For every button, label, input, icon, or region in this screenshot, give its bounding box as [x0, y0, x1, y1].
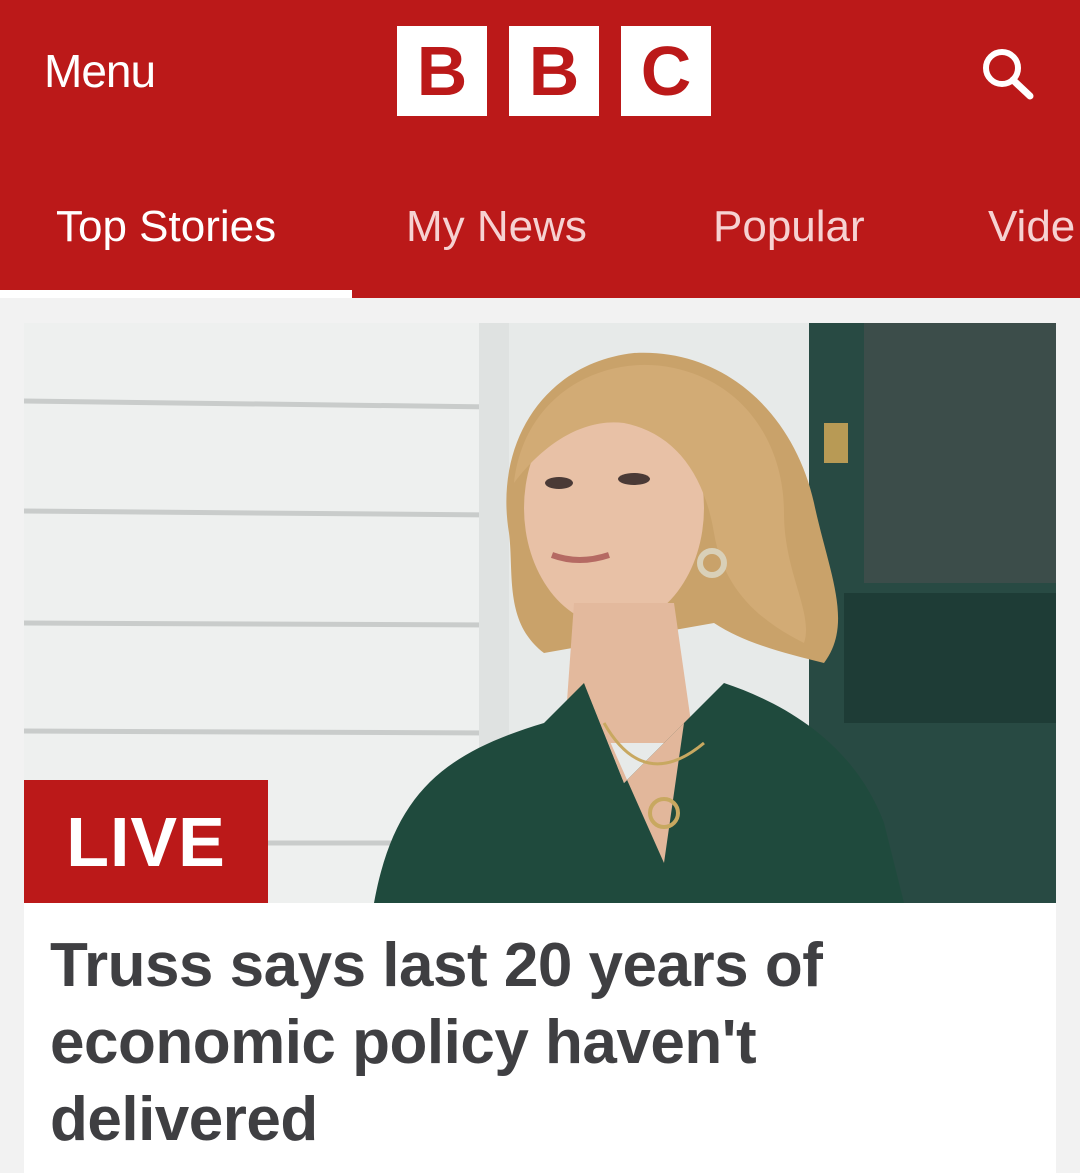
tab-video[interactable]: Vide — [988, 202, 1075, 252]
tab-my-news[interactable]: My News — [406, 202, 587, 252]
active-tab-indicator — [0, 290, 352, 298]
story-headline[interactable]: Truss says last 20 years of economic pol… — [50, 927, 870, 1158]
app-header: Menu B B C Top Stories My News Popular V… — [0, 0, 1080, 298]
top-story-card[interactable]: LIVE Truss says last 20 years of economi… — [24, 323, 1056, 1173]
logo-letter-2: B — [509, 26, 599, 116]
logo-letter-1: B — [397, 26, 487, 116]
search-icon — [983, 49, 1034, 100]
tab-popular[interactable]: Popular — [713, 202, 865, 252]
tab-top-stories[interactable]: Top Stories — [56, 202, 276, 252]
bbc-logo[interactable]: B B C — [397, 26, 711, 116]
menu-button[interactable]: Menu — [44, 44, 156, 98]
section-tabs: Top Stories My News Popular Vide — [0, 180, 1080, 298]
live-badge: LIVE — [24, 780, 268, 903]
search-button[interactable] — [978, 46, 1038, 102]
story-photo[interactable]: LIVE — [24, 323, 1056, 903]
logo-letter-3: C — [621, 26, 711, 116]
